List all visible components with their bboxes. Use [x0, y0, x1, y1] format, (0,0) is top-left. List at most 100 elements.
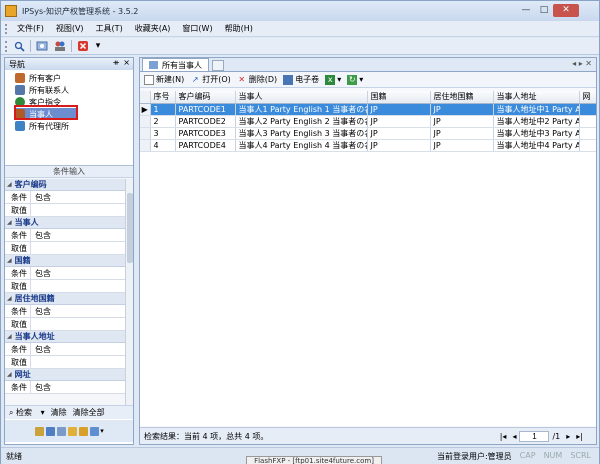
condition-value[interactable]: 包含 [31, 381, 51, 393]
table-cell[interactable]: 当事人4 Party English 4 当事者の名 [235, 139, 368, 152]
condition-group[interactable]: ◢ 客户编码 [5, 179, 125, 191]
ebook-button[interactable]: 电子卷 [283, 74, 319, 85]
menu-help[interactable]: 帮助(H) [219, 23, 259, 34]
table-cell[interactable]: 3 [150, 127, 176, 140]
condition-scrollbar[interactable] [125, 179, 133, 413]
condition-value[interactable] [31, 204, 35, 216]
table-cell[interactable]: 当事人地址中1 Party A [493, 103, 580, 116]
toolbar-overflow-icon[interactable]: ▾ [94, 40, 102, 53]
condition-group[interactable]: ◢ 居住地国籍 [5, 293, 125, 305]
table-cell[interactable]: PARTCODE2 [175, 115, 236, 128]
table-cell[interactable]: JP [430, 115, 494, 128]
table-cell[interactable]: PARTCODE4 [175, 139, 236, 152]
list-icon[interactable] [57, 426, 67, 436]
table-row[interactable]: 4 PARTCODE4 当事人4 Party English 4 当事者の名 JP JP… [140, 139, 596, 152]
nav-item-all-contacts[interactable]: 所有联系人 [15, 84, 133, 96]
condition-row[interactable]: 条件 包含 [5, 191, 125, 204]
table-cell[interactable]: 当事人地址中2 Party A [493, 115, 580, 128]
condition-value[interactable] [31, 318, 35, 330]
column-header[interactable]: 网 [579, 91, 596, 104]
delete-button[interactable]: ✕ 删除(D) [237, 74, 277, 85]
condition-row[interactable]: 条件 包含 [5, 381, 125, 394]
menu-favorites[interactable]: 收藏夹(A) [129, 23, 177, 34]
nav-item-all-agencies[interactable]: 所有代理所 [15, 120, 133, 132]
table-cell[interactable]: 4 [150, 139, 176, 152]
column-header[interactable]: 客户编码 [175, 91, 236, 104]
excel-button[interactable]: x ▾ [325, 74, 341, 85]
clear-button[interactable]: 清除 [51, 407, 67, 418]
search-icon[interactable] [12, 40, 26, 53]
collapse-icon[interactable]: ◢ [7, 295, 12, 302]
row-indicator[interactable] [140, 115, 151, 128]
close-red-icon[interactable] [76, 40, 90, 53]
condition-row[interactable]: 取值 [5, 356, 125, 369]
column-header[interactable]: 当事人地址 [493, 91, 580, 104]
column-header[interactable]: 国籍 [367, 91, 431, 104]
collapse-icon[interactable]: ◢ [7, 219, 12, 226]
condition-group[interactable]: ◢ 当事人地址 [5, 331, 125, 343]
table-cell[interactable]: PARTCODE1 [175, 103, 236, 116]
column-header[interactable]: 居住地国籍 [430, 91, 494, 104]
people-icon[interactable] [53, 40, 67, 53]
table-cell[interactable]: PARTCODE3 [175, 127, 236, 140]
menu-view[interactable]: 视图(V) [50, 23, 90, 34]
table-cell[interactable]: 当事人地址中3 Party A [493, 127, 580, 140]
table-cell[interactable] [579, 139, 596, 152]
pin-icon[interactable]: ᚑ [113, 58, 119, 67]
open-button[interactable]: ↗ 打开(O) [190, 74, 231, 85]
condition-row[interactable]: 条件 包含 [5, 305, 125, 318]
table-cell[interactable]: 当事人1 Party English 1 当事者の名 [235, 103, 368, 116]
table-row[interactable]: 3 PARTCODE3 当事人3 Party English 3 当事者の名 JP JP… [140, 127, 596, 140]
page-input[interactable] [519, 431, 550, 442]
table-row[interactable]: ▶ 1 PARTCODE1 当事人1 Party English 1 当事者の名 JP J… [140, 103, 596, 116]
refresh-button[interactable]: ↻ ▾ [347, 74, 363, 85]
table-cell[interactable]: JP [430, 127, 494, 140]
row-indicator[interactable] [140, 127, 151, 140]
table-cell[interactable] [579, 115, 596, 128]
collapse-icon[interactable]: ◢ [7, 333, 12, 340]
collapse-icon[interactable]: ◢ [7, 257, 12, 264]
toolbar-grip[interactable] [5, 40, 10, 52]
collapse-icon[interactable]: ◢ [7, 371, 12, 378]
condition-value[interactable]: 包含 [31, 229, 51, 241]
pencil-icon[interactable] [79, 426, 89, 436]
table-cell[interactable]: JP [367, 127, 431, 140]
table-cell[interactable]: JP [367, 115, 431, 128]
nav-close-icon[interactable]: × [123, 58, 130, 67]
table-cell[interactable] [579, 103, 596, 116]
condition-group[interactable]: ◢ 网址 [5, 369, 125, 381]
table-cell[interactable]: 2 [150, 115, 176, 128]
condition-value[interactable]: 包含 [31, 305, 51, 317]
column-header[interactable]: 当事人 [235, 91, 368, 104]
menu-window[interactable]: 窗口(W) [176, 23, 218, 34]
condition-value[interactable] [31, 280, 35, 292]
search-button[interactable]: ⌕ 检索 ▾ [9, 407, 45, 418]
condition-value[interactable]: 包含 [31, 267, 51, 279]
minimize-button[interactable]: — [517, 4, 535, 17]
condition-value[interactable]: 包含 [31, 191, 51, 203]
folder-icon[interactable] [35, 426, 45, 436]
document-icon[interactable] [46, 426, 56, 436]
next-page-button[interactable]: ▸ [566, 432, 570, 441]
condition-value[interactable]: 包含 [31, 343, 51, 355]
column-header[interactable]: 序号 [150, 91, 176, 104]
last-page-button[interactable]: ▸| [576, 432, 583, 441]
table-cell[interactable]: 当事人地址中4 Party A [493, 139, 580, 152]
condition-group[interactable]: ◢ 当事人 [5, 217, 125, 229]
first-page-button[interactable]: |◂ [500, 432, 507, 441]
table-cell[interactable]: 当事人2 Party English 2 当事者の名 [235, 115, 368, 128]
table-cell[interactable]: JP [367, 139, 431, 152]
new-button[interactable]: 新建(N) [144, 74, 184, 85]
row-indicator[interactable] [140, 139, 151, 152]
table-cell[interactable]: 1 [150, 103, 176, 116]
new-tab-button[interactable] [212, 60, 224, 71]
star-icon[interactable] [68, 426, 78, 436]
condition-value[interactable] [31, 356, 35, 368]
condition-row[interactable]: 取值 [5, 204, 125, 217]
prev-page-button[interactable]: ◂ [512, 432, 516, 441]
table-cell[interactable]: JP [430, 139, 494, 152]
condition-row[interactable]: 取值 [5, 280, 125, 293]
table-row[interactable]: 2 PARTCODE2 当事人2 Party English 2 当事者の名 JP JP… [140, 115, 596, 128]
row-indicator[interactable]: ▶ [140, 103, 151, 116]
menu-file[interactable]: 文件(F) [11, 23, 50, 34]
